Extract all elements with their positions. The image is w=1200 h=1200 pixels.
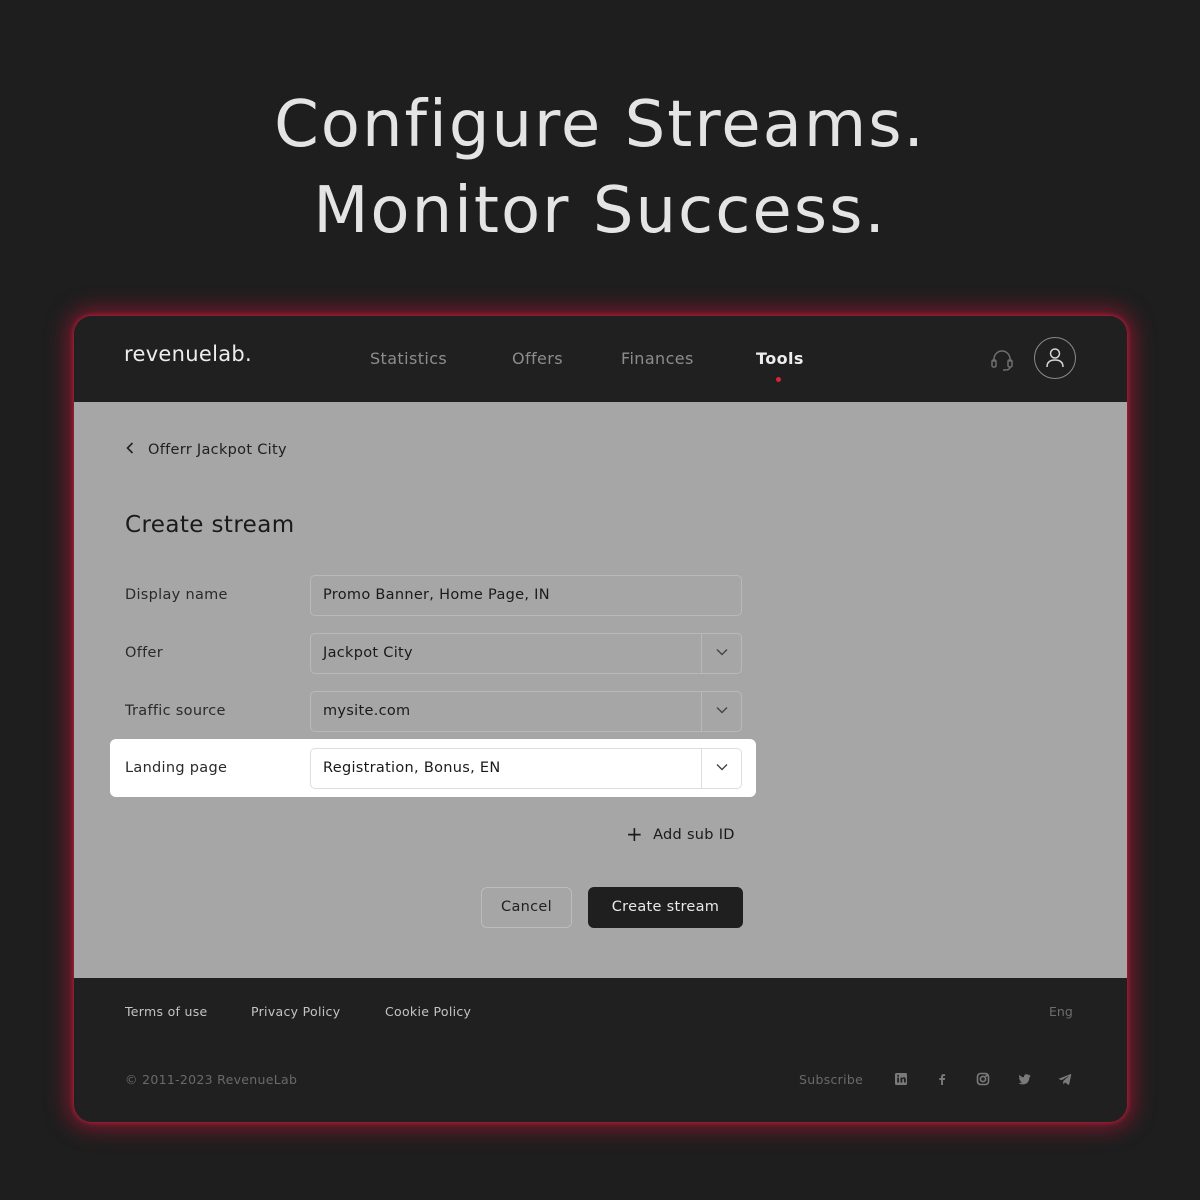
copyright: © 2011-2023 RevenueLab — [125, 1072, 298, 1087]
landing-page-value: Registration, Bonus, EN — [323, 760, 501, 776]
active-nav-indicator — [776, 377, 781, 382]
offer-select[interactable]: Jackpot City — [310, 633, 742, 674]
twitter-icon[interactable] — [1016, 1071, 1032, 1087]
facebook-icon[interactable] — [934, 1071, 950, 1087]
chevron-down-icon — [716, 764, 728, 771]
chevron-down-icon — [716, 707, 728, 714]
footer: Terms of use Privacy Policy Cookie Polic… — [74, 978, 1127, 1122]
offer-value: Jackpot City — [323, 645, 413, 661]
chevron-down-icon — [716, 649, 728, 656]
cancel-button[interactable]: Cancel — [481, 887, 572, 928]
top-navigation: revenuelab. Statistics Offers Finances T… — [74, 316, 1127, 402]
headline: Configure Streams. Monitor Success. — [0, 82, 1200, 254]
create-stream-button[interactable]: Create stream — [588, 887, 743, 928]
traffic-source-label: Traffic source — [125, 703, 226, 719]
offer-dropdown-toggle[interactable] — [701, 634, 741, 673]
footer-link-terms[interactable]: Terms of use — [125, 1004, 208, 1019]
chevron-left-icon — [126, 442, 134, 458]
nav-offers[interactable]: Offers — [512, 349, 563, 368]
landing-page-dropdown-toggle[interactable] — [701, 749, 741, 788]
headset-icon[interactable] — [989, 347, 1015, 373]
nav-finances[interactable]: Finances — [621, 349, 694, 368]
user-icon — [1046, 348, 1064, 368]
breadcrumb-label: Offerr Jackpot City — [148, 442, 287, 458]
logo[interactable]: revenuelab. — [124, 342, 252, 366]
traffic-source-dropdown-toggle[interactable] — [701, 692, 741, 731]
display-name-value: Promo Banner, Home Page, IN — [323, 587, 550, 603]
display-name-label: Display name — [125, 587, 228, 603]
subscribe-label: Subscribe — [799, 1072, 864, 1087]
headline-line-1: Configure Streams. — [274, 88, 926, 162]
instagram-icon[interactable] — [975, 1071, 991, 1087]
traffic-source-select[interactable]: mysite.com — [310, 691, 742, 732]
nav-tools[interactable]: Tools — [756, 349, 804, 368]
nav-statistics[interactable]: Statistics — [370, 349, 447, 368]
telegram-icon[interactable] — [1057, 1071, 1073, 1087]
language-selector[interactable]: Eng — [1049, 1004, 1073, 1019]
breadcrumb[interactable]: Offerr Jackpot City — [126, 442, 287, 458]
page-title: Create stream — [125, 512, 295, 538]
main-content: Offerr Jackpot City Create stream Displa… — [74, 402, 1127, 978]
landing-page-label: Landing page — [125, 760, 228, 776]
linkedin-icon[interactable] — [893, 1071, 909, 1087]
app-window: revenuelab. Statistics Offers Finances T… — [74, 316, 1127, 1122]
landing-page-select[interactable]: Registration, Bonus, EN — [310, 748, 742, 789]
add-sub-id-button[interactable]: + Add sub ID — [626, 820, 735, 846]
add-sub-id-label: Add sub ID — [653, 827, 735, 843]
display-name-input[interactable]: Promo Banner, Home Page, IN — [310, 575, 742, 616]
headline-line-2: Monitor Success. — [313, 174, 887, 248]
footer-link-privacy[interactable]: Privacy Policy — [251, 1004, 340, 1019]
plus-icon: + — [626, 822, 644, 846]
footer-link-cookie[interactable]: Cookie Policy — [385, 1004, 471, 1019]
offer-label: Offer — [125, 645, 164, 661]
user-avatar[interactable] — [1034, 337, 1076, 379]
traffic-source-value: mysite.com — [323, 703, 411, 719]
